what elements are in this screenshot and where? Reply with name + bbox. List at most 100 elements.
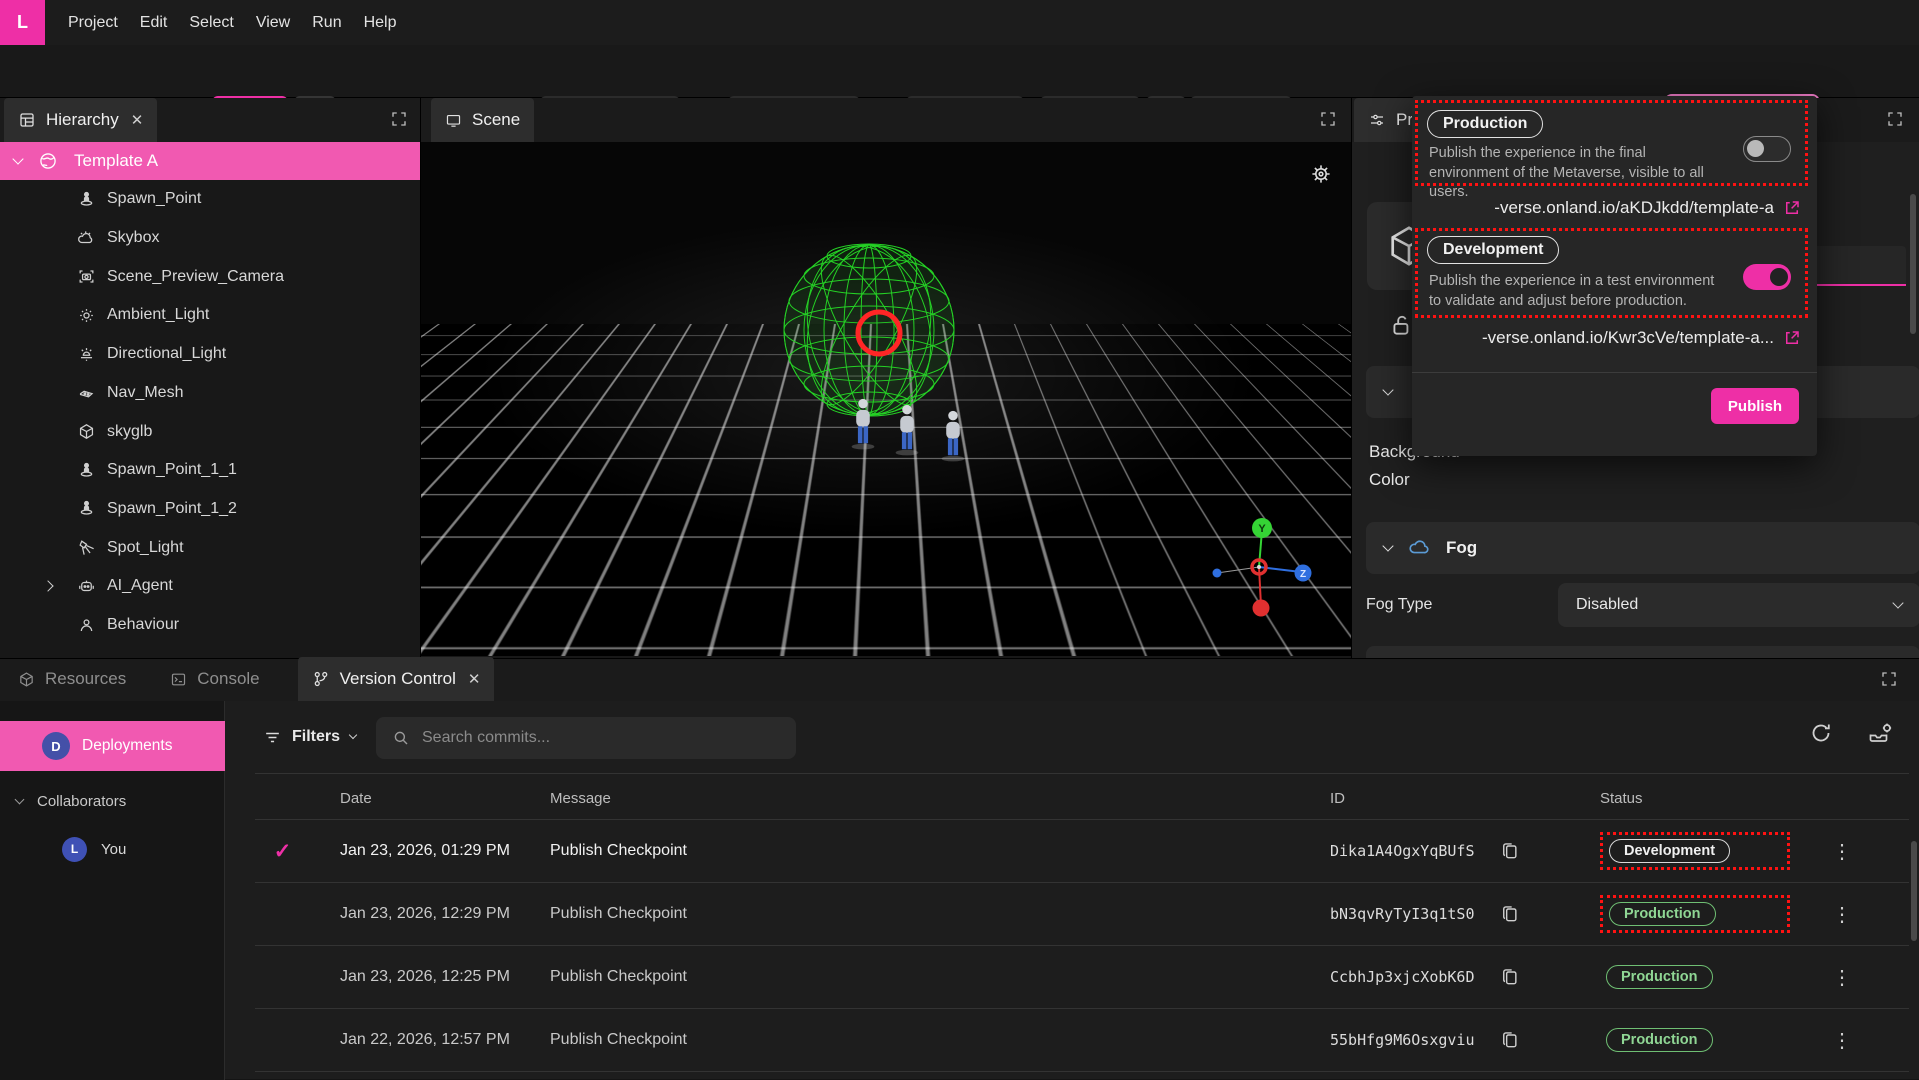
menu-edit[interactable]: Edit bbox=[129, 14, 179, 32]
publish-button[interactable]: Publish bbox=[1711, 388, 1799, 424]
expand-panel-icon[interactable] bbox=[1880, 670, 1898, 688]
version-control-sidebar: D Deployments Collaborators L You bbox=[0, 701, 225, 1080]
annotation-box-status: Development bbox=[1600, 832, 1790, 870]
menu-help[interactable]: Help bbox=[353, 14, 408, 32]
hierarchy-item-scene-preview-camera[interactable]: Scene_Preview_Camera bbox=[0, 257, 420, 296]
sidebar-item-collaborators[interactable]: Collaborators bbox=[0, 783, 225, 819]
expand-panel-icon[interactable] bbox=[390, 110, 408, 128]
row-menu-button[interactable]: ⋮ bbox=[1790, 1028, 1852, 1053]
hierarchy-item-label: Scene_Preview_Camera bbox=[107, 268, 284, 286]
hierarchy-item-directional-light[interactable]: Directional_Light bbox=[0, 335, 420, 374]
col-header-id[interactable]: ID bbox=[1330, 790, 1500, 807]
col-header-message[interactable]: Message bbox=[550, 790, 1330, 807]
close-icon[interactable]: ✕ bbox=[131, 111, 144, 129]
copy-id-button[interactable] bbox=[1500, 1030, 1520, 1050]
row-menu-button[interactable]: ⋮ bbox=[1790, 839, 1852, 864]
table-scrollbar[interactable] bbox=[1911, 841, 1917, 941]
col-header-status[interactable]: Status bbox=[1600, 790, 1790, 807]
expand-panel-icon[interactable] bbox=[1886, 110, 1904, 128]
row-menu-button[interactable]: ⋮ bbox=[1790, 965, 1852, 990]
nav-mesh-icon bbox=[77, 383, 96, 402]
filters-label: Filters bbox=[292, 728, 340, 746]
hierarchy-item-spawn-point-1-2[interactable]: Spawn_Point_1_2 bbox=[0, 490, 420, 529]
hierarchy-root-template-a[interactable]: Template A bbox=[0, 142, 420, 180]
development-toggle[interactable] bbox=[1743, 264, 1791, 290]
close-icon[interactable]: ✕ bbox=[468, 670, 481, 688]
chevron-down-icon[interactable] bbox=[12, 153, 23, 164]
gizmo-x-handle[interactable] bbox=[1213, 569, 1222, 578]
spawn-point-icon bbox=[77, 461, 96, 480]
external-link-icon[interactable] bbox=[1783, 329, 1801, 347]
menu-select[interactable]: Select bbox=[178, 14, 244, 32]
production-link[interactable]: -verse.onland.io/aKDJkdd/template-a bbox=[1494, 198, 1774, 218]
menu-run[interactable]: Run bbox=[301, 14, 352, 32]
toolbar: World Selection 0.5m 5° 0 m Lit bbox=[0, 45, 1919, 98]
tab-scene[interactable]: Scene bbox=[431, 98, 534, 142]
tab-resources[interactable]: Resources bbox=[4, 657, 140, 701]
refresh-icon[interactable] bbox=[1809, 721, 1833, 745]
app-logo[interactable]: L bbox=[0, 0, 45, 45]
collaborators-label: Collaborators bbox=[37, 793, 126, 810]
search-commits-input[interactable] bbox=[422, 729, 752, 747]
hierarchy-item-spawn-point[interactable]: Spawn_Point bbox=[0, 180, 420, 219]
camera-icon bbox=[77, 267, 96, 286]
production-link-row[interactable]: -verse.onland.io/aKDJkdd/template-a bbox=[1494, 198, 1801, 218]
hierarchy-panel: Hierarchy ✕ Template A Spawn_Point Skybo… bbox=[0, 98, 420, 658]
external-link-icon[interactable] bbox=[1783, 199, 1801, 217]
commit-row[interactable]: Jan 23, 2026, 12:29 PM Publish Checkpoin… bbox=[225, 883, 1919, 945]
fog-cloud-icon bbox=[1408, 537, 1430, 559]
chevron-right-icon[interactable] bbox=[42, 581, 53, 592]
properties-scrollbar[interactable] bbox=[1910, 194, 1916, 334]
col-header-date[interactable]: Date bbox=[340, 790, 550, 807]
avatar-figure[interactable] bbox=[936, 410, 970, 462]
hierarchy-item-label: Directional_Light bbox=[107, 345, 226, 363]
commit-row[interactable]: Jan 22, 2026, 12:57 PM Publish Checkpoin… bbox=[225, 1009, 1919, 1071]
search-commits-box[interactable] bbox=[376, 717, 796, 759]
commit-row[interactable]: Jan 23, 2026, 12:25 PM Publish Checkpoin… bbox=[225, 946, 1919, 1008]
tab-version-control[interactable]: Version Control ✕ bbox=[298, 657, 495, 701]
copy-id-button[interactable] bbox=[1500, 904, 1520, 924]
sidebar-item-deployments[interactable]: D Deployments bbox=[0, 721, 225, 771]
hierarchy-item-skybox[interactable]: Skybox bbox=[0, 219, 420, 258]
deployments-avatar: D bbox=[42, 732, 70, 760]
filters-dropdown[interactable]: Filters bbox=[263, 728, 356, 747]
tab-hierarchy[interactable]: Hierarchy ✕ bbox=[4, 98, 157, 142]
hierarchy-item-behaviour[interactable]: Behaviour bbox=[0, 606, 420, 645]
current-checkpoint-check-icon: ✓ bbox=[274, 839, 292, 864]
fog-section-header[interactable]: Fog bbox=[1366, 522, 1919, 574]
sidebar-item-you[interactable]: L You bbox=[0, 829, 225, 869]
hierarchy-item-label: Nav_Mesh bbox=[107, 384, 183, 402]
production-toggle[interactable] bbox=[1743, 136, 1791, 162]
avatar-figure[interactable] bbox=[890, 404, 924, 456]
deployment-settings-icon[interactable] bbox=[1867, 721, 1893, 745]
row-menu-button[interactable]: ⋮ bbox=[1790, 902, 1852, 927]
deployments-label: Deployments bbox=[82, 737, 172, 755]
viewport-settings-gear-icon[interactable] bbox=[1309, 162, 1333, 186]
tab-version-control-label: Version Control bbox=[340, 669, 456, 689]
hierarchy-item-skyglb[interactable]: skyglb bbox=[0, 412, 420, 451]
development-link[interactable]: -verse.onland.io/Kwr3cVe/template-a... bbox=[1482, 328, 1774, 348]
spot-light-icon bbox=[77, 538, 96, 557]
hierarchy-item-spawn-point-1-1[interactable]: Spawn_Point_1_1 bbox=[0, 451, 420, 490]
development-link-row[interactable]: -verse.onland.io/Kwr3cVe/template-a... bbox=[1482, 328, 1801, 348]
hierarchy-item-ai-agent[interactable]: AI_Agent bbox=[0, 567, 420, 606]
chevron-down-icon bbox=[15, 794, 25, 804]
hierarchy-item-ambient-light[interactable]: Ambient_Light bbox=[0, 296, 420, 335]
expand-panel-icon[interactable] bbox=[1319, 110, 1337, 128]
copy-id-button[interactable] bbox=[1500, 967, 1520, 987]
wireframe-sphere[interactable] bbox=[769, 230, 999, 440]
development-badge: Development bbox=[1427, 236, 1559, 264]
transform-gizmo[interactable]: Y Z bbox=[1199, 516, 1324, 624]
viewport-3d[interactable]: Y Z F Focus Q E Rotate G Grab Esc Desele… bbox=[421, 142, 1352, 656]
gizmo-y-label: Y bbox=[1258, 523, 1266, 535]
avatar-figure[interactable] bbox=[846, 398, 880, 450]
hierarchy-item-nav-mesh[interactable]: Nav_Mesh bbox=[0, 374, 420, 413]
menu-project[interactable]: Project bbox=[57, 14, 129, 32]
tab-console[interactable]: Console bbox=[156, 657, 273, 701]
fog-type-dropdown[interactable]: Disabled bbox=[1558, 583, 1919, 627]
copy-id-button[interactable] bbox=[1500, 841, 1520, 861]
hierarchy-item-spot-light[interactable]: Spot_Light bbox=[0, 528, 420, 567]
commit-row[interactable]: ✓ Jan 23, 2026, 01:29 PM Publish Checkpo… bbox=[225, 820, 1919, 882]
gizmo-neg-y-handle[interactable] bbox=[1253, 600, 1270, 617]
menu-view[interactable]: View bbox=[245, 14, 301, 32]
